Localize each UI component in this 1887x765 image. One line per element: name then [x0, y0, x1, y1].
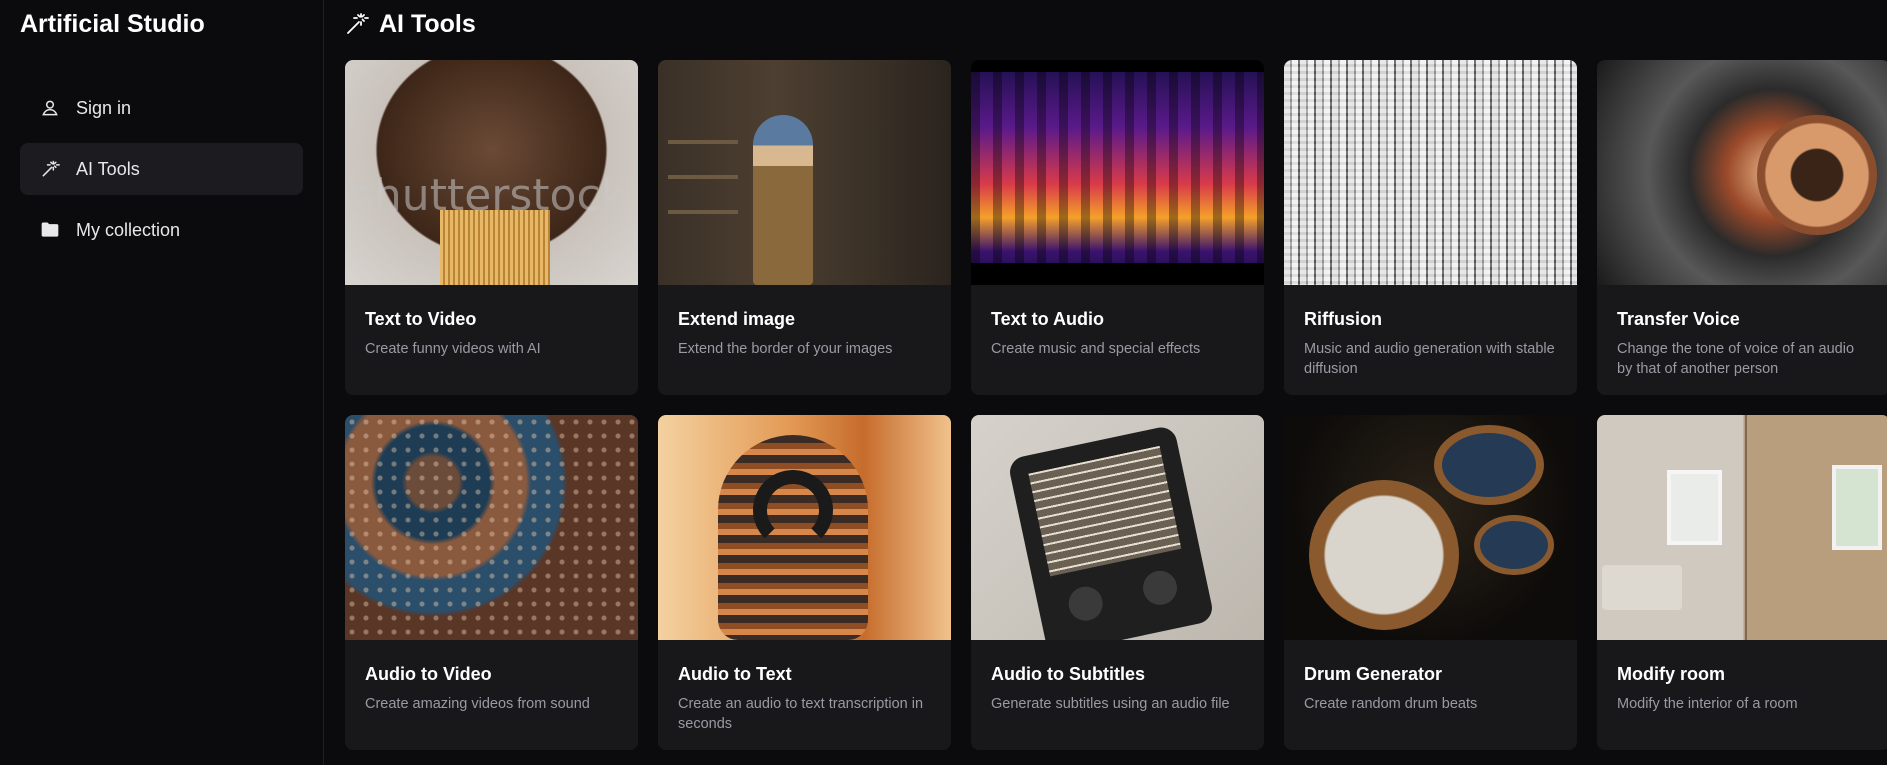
tool-description: Create an audio to text transcription in… — [678, 696, 924, 732]
tool-description: Extend the border of your images — [678, 341, 893, 357]
thumbnail-detail — [1139, 567, 1181, 609]
tool-card-extend-image[interactable]: Extend image Extend the border of your i… — [658, 60, 951, 395]
tool-card-transfer-voice[interactable]: Transfer Voice Change the tone of voice … — [1597, 60, 1887, 395]
thumbnail-detail — [971, 263, 1264, 285]
tool-thumbnail — [1597, 60, 1887, 285]
tool-thumbnail — [658, 415, 951, 640]
tool-title: Riffusion — [1304, 309, 1382, 329]
tool-card-riffusion[interactable]: Riffusion Music and audio generation wit… — [1284, 60, 1577, 395]
tool-description: Create funny videos with AI — [365, 341, 541, 357]
tool-card-text-to-audio[interactable]: Text to Audio Create music and special e… — [971, 60, 1264, 395]
sidebar-nav: Sign in AI Tools My collection — [20, 82, 303, 256]
thumbnail-detail — [1667, 470, 1722, 545]
tool-thumbnail: shutterstock — [345, 60, 638, 285]
thumbnail-detail — [440, 210, 550, 285]
thumbnail-detail — [753, 115, 813, 285]
folder-icon — [41, 222, 59, 237]
tool-title: Extend image — [678, 309, 796, 329]
sidebar-item-label: My collection — [76, 219, 181, 240]
page-title: AI Tools — [379, 9, 476, 38]
tool-description: Modify the interior of a room — [1617, 696, 1798, 712]
main-content: AI Tools shutterstock Text to Video Crea… — [324, 0, 1887, 765]
sidebar-item-label: AI Tools — [76, 158, 140, 179]
magic-wand-icon — [347, 13, 369, 34]
sidebar: Artificial Studio Sign in AI Tools My co… — [0, 0, 324, 765]
thumbnail-detail — [1832, 465, 1882, 550]
tool-description: Change the tone of voice of an audio by … — [1617, 341, 1855, 377]
watermark-text: shutterstock — [351, 170, 627, 221]
tool-card-drum-generator[interactable]: Drum Generator Create random drum beats — [1284, 415, 1577, 750]
tool-thumbnail — [345, 415, 638, 640]
tool-description: Create random drum beats — [1304, 696, 1478, 712]
thumbnail-detail — [345, 415, 638, 640]
thumbnail-detail — [1065, 583, 1106, 624]
tool-thumbnail — [658, 60, 951, 285]
thumbnail-detail — [971, 60, 1264, 285]
sidebar-item-ai-tools[interactable]: AI Tools — [20, 143, 303, 195]
thumbnail-detail — [1745, 415, 1747, 640]
tool-title: Drum Generator — [1304, 664, 1443, 684]
tool-title: Audio to Text — [678, 664, 792, 684]
thumbnail-detail — [1474, 515, 1554, 575]
tool-thumbnail — [971, 60, 1264, 285]
sidebar-item-label: Sign in — [76, 97, 132, 118]
thumbnail-detail — [1309, 480, 1459, 630]
thumbnail-detail — [971, 60, 1264, 72]
sidebar-item-sign-in[interactable]: Sign in — [20, 82, 303, 134]
page-header: AI Tools — [324, 0, 1887, 48]
tool-thumbnail — [1597, 415, 1887, 640]
magic-wand-icon — [42, 160, 60, 177]
tool-card-text-to-video[interactable]: shutterstock Text to Video Create funny … — [345, 60, 638, 395]
tool-title: Modify room — [1617, 664, 1725, 684]
tool-thumbnail — [971, 415, 1264, 640]
tool-title: Audio to Subtitles — [991, 664, 1145, 684]
thumbnail-detail — [753, 470, 833, 550]
app-root: Artificial Studio Sign in AI Tools My co… — [0, 0, 1887, 765]
tool-title: Text to Audio — [991, 309, 1104, 329]
thumbnail-detail — [1028, 445, 1182, 577]
tool-card-modify-room[interactable]: Modify room Modify the interior of a roo… — [1597, 415, 1887, 750]
thumbnail-detail — [1757, 115, 1877, 235]
tool-description: Create music and special effects — [991, 341, 1201, 357]
tool-description: Create amazing videos from sound — [365, 696, 590, 712]
tool-description: Generate subtitles using an audio file — [991, 696, 1230, 712]
tool-title: Transfer Voice — [1617, 309, 1740, 329]
tool-thumbnail — [1284, 415, 1577, 640]
sidebar-item-my-collection[interactable]: My collection — [20, 204, 303, 256]
user-icon — [42, 100, 58, 116]
tool-card-audio-to-text[interactable]: Audio to Text Create an audio to text tr… — [658, 415, 951, 750]
tool-thumbnail — [1284, 60, 1577, 285]
tool-title: Text to Video — [365, 309, 477, 329]
thumbnail-detail — [1602, 565, 1682, 610]
tool-card-audio-to-subtitles[interactable]: Audio to Subtitles Generate subtitles us… — [971, 415, 1264, 750]
tool-title: Audio to Video — [365, 664, 492, 684]
thumbnail-detail — [1434, 425, 1544, 505]
thumbnail-detail — [1284, 60, 1577, 285]
tool-description: Music and audio generation with stable d… — [1304, 341, 1555, 377]
thumbnail-detail — [668, 140, 738, 144]
thumbnail-detail — [1007, 424, 1215, 640]
brand-title: Artificial Studio — [20, 10, 205, 38]
tool-card-audio-to-video[interactable]: Audio to Video Create amazing videos fro… — [345, 415, 638, 750]
